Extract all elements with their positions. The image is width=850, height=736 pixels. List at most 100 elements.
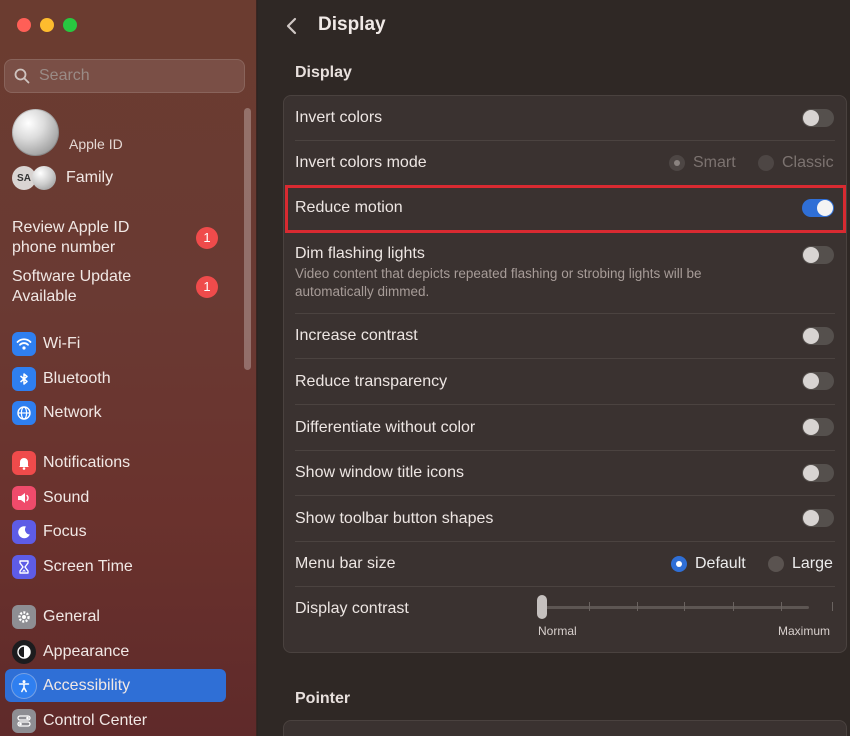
- search-field[interactable]: [4, 59, 245, 93]
- row-toolbar-button-shapes: Show toolbar button shapes: [284, 496, 846, 541]
- family-member-avatar: [32, 166, 56, 190]
- slider-thumb[interactable]: [537, 595, 547, 619]
- row-invert-colors-mode: Invert colors mode Smart Classic: [284, 141, 846, 185]
- radio-smart[interactable]: Smart: [669, 154, 736, 172]
- radio-classic[interactable]: Classic: [758, 154, 834, 172]
- back-chevron-icon[interactable]: [282, 14, 302, 38]
- radio-dot: [671, 556, 687, 572]
- slider-max-label: Maximum: [778, 624, 831, 638]
- search-input[interactable]: [39, 67, 229, 85]
- row-differentiate-without-color: Differentiate without color: [284, 405, 846, 450]
- sidebar-item-label: Accessibility: [43, 676, 131, 694]
- slider-tick: [637, 602, 638, 611]
- accessibility-icon: [12, 673, 36, 698]
- zoom-window-button[interactable]: [63, 18, 77, 32]
- sidebar-item-bluetooth[interactable]: Bluetooth: [12, 367, 111, 391]
- sidebar-item-label: Sound: [43, 489, 90, 506]
- appearance-icon: [12, 640, 36, 664]
- sidebar-scrollbar[interactable]: [244, 108, 251, 370]
- sidebar-item-appearance[interactable]: Appearance: [12, 640, 129, 664]
- sidebar-item-focus[interactable]: Focus: [12, 520, 87, 544]
- notification-badge: 1: [196, 276, 218, 298]
- display-contrast-label: Display contrast: [295, 600, 409, 617]
- page-title: Display: [318, 14, 386, 35]
- reduce-transparency-toggle[interactable]: [802, 372, 834, 390]
- dim-flashing-lights-label: Dim flashing lights: [295, 245, 425, 262]
- radio-label: Default: [695, 555, 746, 572]
- section-title-display: Display: [295, 64, 352, 81]
- sidebar-item-network[interactable]: Network: [12, 401, 102, 425]
- radio-default[interactable]: Default: [671, 555, 746, 573]
- radio-label: Smart: [693, 154, 736, 171]
- sidebar-item-label: Screen Time: [43, 558, 133, 575]
- alert-software-update[interactable]: Software Update Available 1: [12, 267, 222, 307]
- toolbar-shapes-label: Show toolbar button shapes: [295, 509, 494, 527]
- family-avatars: SA: [12, 166, 56, 190]
- sidebar-item-notifications[interactable]: Notifications: [12, 451, 130, 475]
- speaker-icon: [12, 486, 36, 510]
- alert-text: Review Apple ID phone number: [12, 219, 130, 256]
- slider-tick: [589, 602, 590, 611]
- sidebar-item-label: Notifications: [43, 454, 131, 471]
- differentiate-label: Differentiate without color: [295, 418, 476, 436]
- increase-contrast-toggle[interactable]: [802, 327, 834, 345]
- wifi-icon: [12, 332, 36, 356]
- radio-label: Large: [792, 555, 833, 572]
- dim-flashing-lights-description: Video content that depicts repeated flas…: [295, 266, 702, 299]
- dim-flashing-lights-toggle[interactable]: [802, 246, 834, 264]
- window-title-icons-label: Show window title icons: [295, 464, 464, 481]
- sidebar-item-label: Control Center: [43, 712, 148, 729]
- sidebar-item-control-center[interactable]: Control Center: [12, 709, 147, 733]
- apple-id-label: Apple ID: [69, 136, 123, 152]
- sidebar-item-general[interactable]: General: [12, 605, 100, 629]
- avatar: [12, 109, 59, 156]
- slider-min-label: Normal: [538, 624, 577, 638]
- apple-id-item[interactable]: Apple ID: [12, 109, 123, 156]
- sidebar-item-label: Network: [43, 404, 102, 421]
- display-settings-panel: Invert colors Invert colors mode Smart C…: [283, 95, 847, 653]
- moon-icon: [12, 520, 36, 544]
- row-window-title-icons: Show window title icons: [284, 451, 846, 495]
- sidebar-item-wifi[interactable]: Wi-Fi: [12, 332, 80, 356]
- family-item[interactable]: SA Family: [12, 166, 113, 190]
- sidebar-item-screen-time[interactable]: Screen Time: [12, 555, 133, 579]
- close-window-button[interactable]: [17, 18, 31, 32]
- radio-dot: [768, 556, 784, 572]
- radio-large[interactable]: Large: [768, 555, 833, 573]
- control-center-icon: [12, 709, 36, 733]
- menu-bar-size-label: Menu bar size: [295, 555, 396, 572]
- toolbar-shapes-toggle[interactable]: [802, 509, 834, 527]
- family-label: Family: [66, 169, 114, 186]
- sidebar-item-label: Appearance: [43, 643, 130, 660]
- notification-badge: 1: [196, 227, 218, 249]
- slider-tick: [781, 602, 782, 611]
- sidebar: Apple ID SA Family Review Apple ID phone…: [0, 0, 257, 736]
- globe-icon: [12, 401, 36, 425]
- alert-text: Software Update Available: [12, 268, 132, 305]
- search-icon: [14, 68, 30, 84]
- row-increase-contrast: Increase contrast: [284, 314, 846, 358]
- sidebar-item-label: Bluetooth: [43, 370, 111, 387]
- gear-icon: [12, 605, 36, 629]
- slider-tick: [733, 602, 734, 611]
- display-contrast-slider[interactable]: [537, 595, 833, 619]
- alert-review-apple-id[interactable]: Review Apple ID phone number 1: [12, 218, 222, 258]
- row-menu-bar-size: Menu bar size Default Large: [284, 542, 846, 586]
- radio-dot: [669, 155, 685, 171]
- sidebar-item-accessibility[interactable]: Accessibility: [5, 669, 226, 702]
- highlight-box: [285, 185, 846, 233]
- sidebar-item-label: Focus: [43, 523, 87, 540]
- window-controls: [17, 18, 77, 32]
- minimize-window-button[interactable]: [40, 18, 54, 32]
- sidebar-item-label: Wi-Fi: [43, 335, 81, 352]
- row-invert-colors: Invert colors: [284, 96, 846, 140]
- reduce-transparency-label: Reduce transparency: [295, 372, 448, 390]
- window-title-icons-toggle[interactable]: [802, 464, 834, 482]
- section-title-pointer: Pointer: [295, 690, 351, 707]
- invert-colors-toggle[interactable]: [802, 109, 834, 127]
- invert-colors-label: Invert colors: [295, 109, 383, 126]
- sidebar-item-sound[interactable]: Sound: [12, 486, 89, 510]
- bell-icon: [12, 451, 36, 475]
- radio-dot: [758, 155, 774, 171]
- differentiate-toggle[interactable]: [802, 418, 834, 436]
